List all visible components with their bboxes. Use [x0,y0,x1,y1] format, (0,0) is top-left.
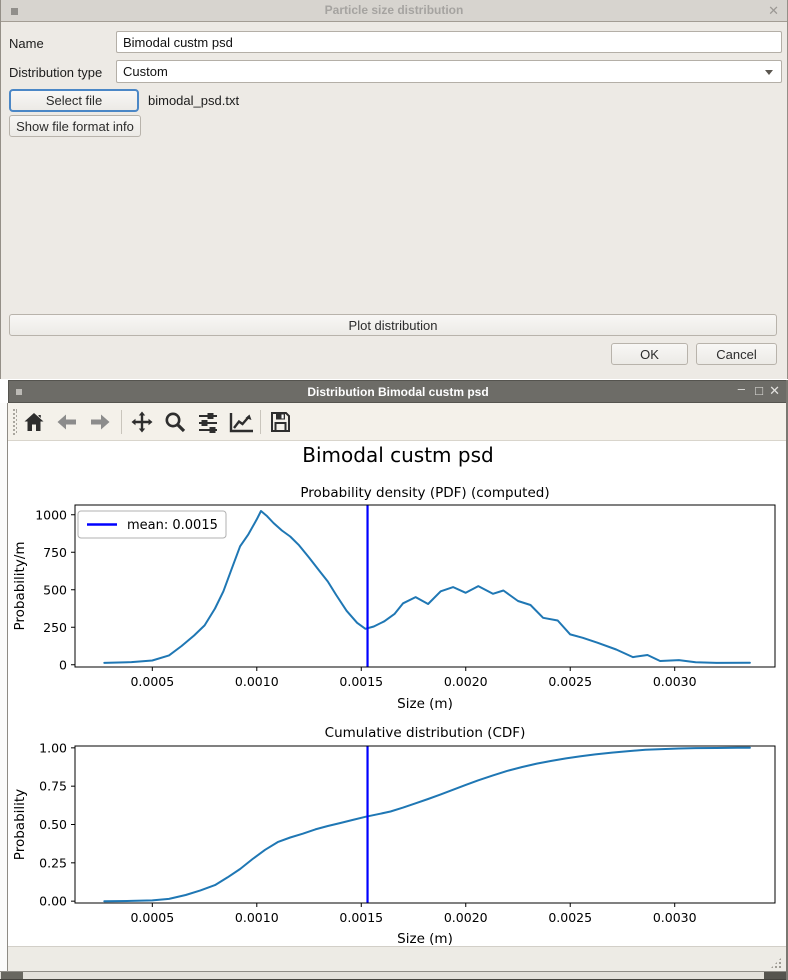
svg-text:0.0020: 0.0020 [444,910,488,925]
scrollbar-thumb[interactable] [1,972,23,979]
dialog-titlebar[interactable]: Particle size distribution ✕ [1,0,787,22]
svg-text:0.0015: 0.0015 [339,910,383,925]
svg-text:Size (m): Size (m) [397,696,453,712]
cdf-chart[interactable]: 0.0005 0.0010 0.0015 0.0020 0.0025 0.0030 0.00… [8,718,788,946]
svg-text:0.0010: 0.0010 [235,674,279,689]
figure-title: Bimodal custm psd [8,443,788,467]
toolbar-drag-handle[interactable] [13,409,17,435]
name-input[interactable] [116,31,782,53]
plot-distribution-label: Plot distribution [349,318,438,333]
distribution-type-select[interactable]: Custom [116,60,782,83]
particle-size-dialog: Particle size distribution ✕ Name Distri… [0,0,788,379]
background-window-edge [0,403,8,980]
show-info-label: Show file format info [16,119,134,134]
plot-window-titlebar[interactable]: Distribution Bimodal custm psd – □ ✕ [8,380,788,403]
cancel-label: Cancel [716,347,756,362]
svg-text:0.0005: 0.0005 [130,674,174,689]
ok-label: OK [640,347,659,362]
status-bar [8,946,788,971]
close-icon[interactable]: ✕ [768,3,779,19]
selected-file-name: bimodal_psd.txt [148,93,239,108]
select-file-label: Select file [46,93,102,108]
distribution-type-label: Distribution type [9,65,102,80]
name-label: Name [9,36,44,51]
svg-text:1.00: 1.00 [39,740,67,755]
back-icon[interactable] [53,408,81,436]
edit-axes-icon[interactable] [227,408,255,436]
cancel-button[interactable]: Cancel [696,343,777,365]
svg-text:0.0030: 0.0030 [653,910,697,925]
svg-text:750: 750 [43,545,67,560]
minimize-icon[interactable]: – [738,381,745,396]
distribution-type-value: Custom [123,64,168,79]
resize-grip[interactable] [770,957,782,969]
svg-text:0.75: 0.75 [39,779,67,794]
svg-text:0.0025: 0.0025 [548,674,592,689]
select-file-button[interactable]: Select file [9,89,139,112]
show-file-format-info-button[interactable]: Show file format info [9,115,141,137]
save-icon[interactable] [266,408,294,436]
svg-text:Cumulative distribution (CDF): Cumulative distribution (CDF) [325,725,526,741]
home-icon[interactable] [20,408,48,436]
zoom-icon[interactable] [161,408,189,436]
maximize-icon[interactable]: □ [755,383,763,398]
forward-icon[interactable] [86,408,114,436]
svg-text:0.0025: 0.0025 [548,910,592,925]
svg-text:Probability/m: Probability/m [12,541,28,630]
svg-text:0.0005: 0.0005 [130,910,174,925]
svg-text:0.00: 0.00 [39,894,67,909]
dialog-title: Particle size distribution [1,3,787,17]
svg-text:1000: 1000 [35,507,67,522]
pdf-chart[interactable]: 0.0005 0.0010 0.0015 0.0020 0.0025 0.0030 0 250… [8,478,788,714]
svg-text:0.0010: 0.0010 [235,910,279,925]
svg-text:Size (m): Size (m) [397,931,453,946]
chevron-down-icon [765,70,773,75]
svg-text:Probability: Probability [12,789,28,860]
screen: Particle size distribution ✕ Name Distri… [0,0,788,980]
configure-subplots-icon[interactable] [194,408,222,436]
svg-text:0.0030: 0.0030 [653,674,697,689]
svg-text:0.50: 0.50 [39,817,67,832]
svg-text:500: 500 [43,582,67,597]
svg-text:0.0020: 0.0020 [444,674,488,689]
toolbar-separator [260,410,261,434]
plot-window-title: Distribution Bimodal custm psd [9,385,787,399]
plot-distribution-button[interactable]: Plot distribution [9,314,777,336]
svg-text:mean: 0.0015: mean: 0.0015 [127,518,218,533]
close-icon[interactable]: ✕ [769,383,780,399]
svg-text:0: 0 [59,657,67,672]
toolbar-separator [121,410,122,434]
svg-text:250: 250 [43,620,67,635]
svg-text:0.0015: 0.0015 [339,674,383,689]
pan-icon[interactable] [128,408,156,436]
svg-text:0.25: 0.25 [39,855,67,870]
ok-button[interactable]: OK [611,343,688,365]
svg-text:Probability density (PDF) (com: Probability density (PDF) (computed) [300,485,549,501]
scrollbar-corner [764,972,788,979]
matplotlib-toolbar [8,403,788,441]
